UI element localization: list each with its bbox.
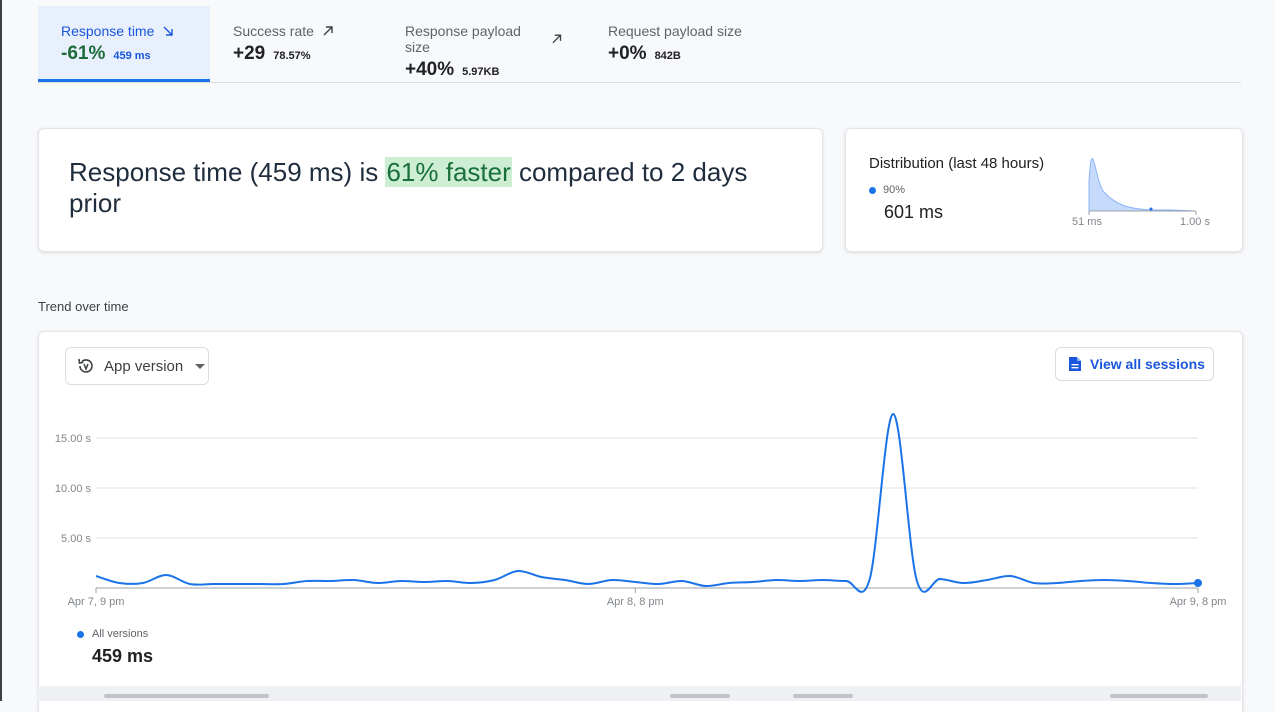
distribution-tick-min: 51 ms — [1072, 216, 1102, 228]
arrow-up-right-icon — [552, 34, 561, 44]
blurred-header-text — [670, 694, 730, 698]
tab-delta: -61% — [61, 43, 106, 64]
x-tick-label: Apr 8, 8 pm — [607, 596, 664, 608]
blurred-header-text — [104, 694, 269, 698]
x-tick-label: Apr 9, 8 pm — [1170, 596, 1227, 608]
arrow-down-right-icon — [163, 26, 174, 36]
percentile-value: 601 ms — [884, 202, 944, 222]
percentile-label: 90% — [883, 184, 906, 196]
summary-headline: Response time (459 ms) is 61% faster com… — [69, 157, 789, 219]
y-tick-label: 15.00 s — [55, 433, 92, 445]
tab-delta: +0% — [608, 43, 647, 64]
tab-success-rate[interactable]: Success rate +29 78.57% — [210, 6, 382, 82]
legend-value: 459 ms — [92, 646, 154, 666]
arrow-up-right-icon — [323, 26, 333, 36]
metric-tabs: Response time -61% 459 ms Success rate +… — [38, 6, 1241, 83]
y-tick-label: 5.00 s — [61, 533, 91, 545]
tab-request-payload-size[interactable]: Request payload size +0% 842B — [585, 6, 765, 82]
blurred-header-text — [793, 694, 853, 698]
tab-response-payload-size[interactable]: Response payload size +40% 5.97KB — [382, 6, 585, 82]
tab-label: Response payload size — [405, 23, 521, 55]
tab-value: 459 ms — [113, 50, 151, 62]
series-last-point — [1194, 579, 1202, 587]
distribution-title: Distribution (last 48 hours) — [869, 155, 1045, 172]
tab-delta: +29 — [233, 43, 266, 64]
tab-value: 5.97KB — [462, 66, 500, 78]
distribution-area — [1088, 158, 1197, 212]
x-tick-label: Apr 7, 9 pm — [68, 596, 125, 608]
legend-dot-icon — [77, 630, 84, 638]
tab-response-time[interactable]: Response time -61% 459 ms — [38, 6, 210, 82]
percentile-legend: 90% — [869, 184, 905, 196]
summary-card: Response time (459 ms) is 61% faster com… — [38, 128, 823, 252]
series-line-all-versions — [95, 412, 1199, 593]
tab-label: Success rate — [233, 23, 314, 39]
tab-label: Response time — [61, 23, 155, 39]
tab-delta: +40% — [405, 59, 455, 80]
tab-value: 842B — [654, 50, 681, 62]
tab-label: Request payload size — [608, 23, 742, 39]
window-edge — [0, 0, 2, 701]
tab-value: 78.57% — [273, 50, 311, 62]
trend-line-chart: 5.00 s 10.00 s 15.00 s Apr 7, 9 pm Apr 8, 8 … — [55, 412, 1227, 608]
legend-label: All versions — [92, 628, 149, 640]
trend-card: App version View all sessions 5.00 s 10.0… — [38, 331, 1243, 712]
legend-dot-icon — [869, 186, 876, 194]
distribution-card: Distribution (last 48 hours) 90% 601 ms … — [845, 128, 1243, 252]
trend-section-title: Trend over time — [38, 299, 129, 314]
y-tick-label: 10.00 s — [55, 483, 92, 495]
table-header-strip — [38, 686, 1241, 701]
summary-highlight: 61% faster — [385, 157, 512, 187]
blurred-header-text — [1110, 694, 1208, 698]
series-legend: All versions — [77, 628, 148, 640]
summary-prefix: Response time (459 ms) is — [69, 157, 386, 187]
distribution-chart — [1088, 158, 1197, 215]
distribution-tick-max: 1.00 s — [1180, 216, 1210, 228]
percentile-marker — [1149, 207, 1153, 211]
